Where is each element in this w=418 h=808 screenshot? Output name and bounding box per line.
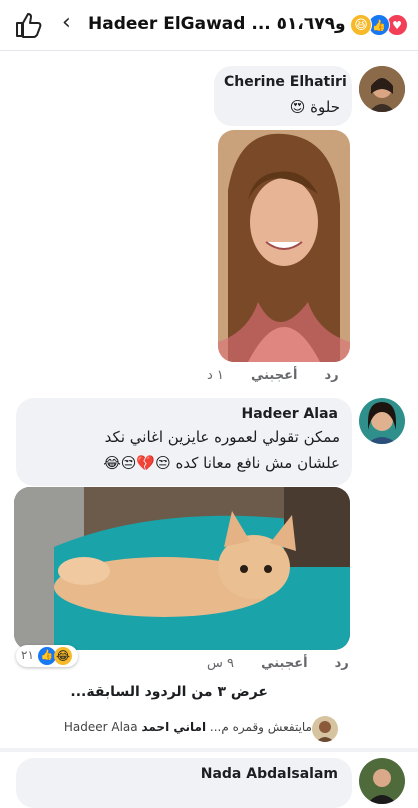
comment-text-line2-body: علشان مش نافع معانا كده bbox=[175, 454, 340, 472]
avatar-cherine[interactable] bbox=[359, 66, 405, 112]
avatar-nada[interactable] bbox=[359, 758, 405, 804]
like-link[interactable]: أعجبني bbox=[251, 368, 297, 383]
comment-meta-2: رد أعجبني ٩ س bbox=[207, 656, 349, 671]
avatar-hadeer-image bbox=[359, 398, 405, 444]
haha-icon: 😆 bbox=[350, 14, 372, 36]
reaction-icons[interactable]: ♥ 👍 😆 bbox=[346, 14, 408, 36]
woman-photo-image bbox=[218, 130, 350, 362]
like-outline-icon[interactable] bbox=[14, 12, 42, 38]
reply-preview-text: مايتفعش وقمره م... bbox=[209, 720, 312, 734]
avatar-reply-image bbox=[312, 716, 338, 742]
comment-text-line1: ممكن تقولي لعموره عايزين اغاني نكد bbox=[104, 428, 340, 446]
comment-bubble-2[interactable]: Hadeer Alaa ممكن تقولي لعموره عايزين اغا… bbox=[16, 398, 352, 486]
comment-bubble-1[interactable]: Cherine Elhatiri حلوة 😍 bbox=[214, 66, 352, 126]
avatar-cherine-image bbox=[359, 66, 405, 112]
post-title: Hadeer ElGawad ... من و٥١،٦٧٩ bbox=[88, 13, 377, 35]
comment-photo-2[interactable] bbox=[14, 487, 350, 650]
reply-link[interactable]: رد bbox=[325, 368, 339, 383]
reply-preview-author: اماني احمد bbox=[141, 720, 207, 734]
reply-link[interactable]: رد bbox=[335, 656, 349, 671]
comment-text-line2: علشان مش نافع معانا كده 😒💔😒😂 bbox=[103, 450, 340, 476]
comment-text: حلوة 😍 bbox=[290, 94, 340, 120]
reply-preview[interactable]: Hadeer Alaa مايتفعش وقمره م... اماني احم… bbox=[22, 720, 312, 734]
haha-icon: 😂 bbox=[54, 647, 72, 665]
avatar-hadeer[interactable] bbox=[359, 398, 405, 444]
comment-photo-1[interactable] bbox=[218, 130, 350, 362]
comment-time: ٩ س bbox=[207, 656, 234, 671]
kitten-photo-image bbox=[14, 487, 350, 650]
comment-time: ١ د bbox=[207, 368, 224, 383]
comment-meta-1: رد أعجبني ١ د bbox=[207, 368, 339, 383]
separator bbox=[0, 748, 418, 752]
avatar-nada-image bbox=[359, 758, 405, 804]
reaction-count[interactable]: و٥١،٦٧٩ bbox=[277, 14, 346, 34]
view-previous-replies[interactable]: عرض ٣ من الردود السابقة... bbox=[70, 684, 268, 700]
back-chevron-icon[interactable]: ‹ bbox=[62, 10, 71, 36]
emoji-group: 😒💔😒😂 bbox=[103, 454, 171, 472]
reply-mention: Hadeer Alaa bbox=[63, 720, 138, 734]
comment-reactions-2[interactable]: ٢١ 👍 😂 bbox=[16, 645, 78, 667]
comment-text-body: حلوة bbox=[310, 98, 340, 116]
header-bar: ‹ Hadeer ElGawad ... من و٥١،٦٧٩ ♥ 👍 😆 bbox=[0, 0, 418, 51]
comment-author[interactable]: Nada Abdalsalam bbox=[201, 766, 338, 782]
comment-author[interactable]: Cherine Elhatiri bbox=[224, 74, 347, 90]
like-link[interactable]: أعجبني bbox=[261, 656, 307, 671]
heart-eyes-emoji: 😍 bbox=[289, 98, 306, 116]
comment-author[interactable]: Hadeer Alaa bbox=[242, 406, 338, 422]
comment-bubble-3[interactable]: Nada Abdalsalam bbox=[16, 758, 352, 808]
reaction-count-2: ٢١ bbox=[21, 648, 34, 662]
avatar-reply[interactable] bbox=[312, 716, 338, 742]
